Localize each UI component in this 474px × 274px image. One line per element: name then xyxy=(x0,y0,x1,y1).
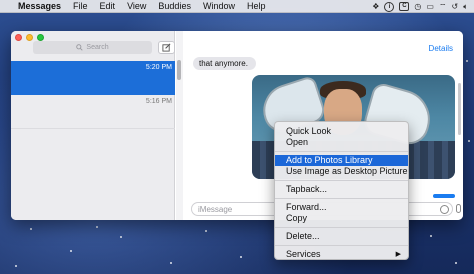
conversation-item[interactable]: 5:20 PM xyxy=(11,61,175,95)
history-icon[interactable]: ↺ xyxy=(451,1,458,12)
menu-item-open[interactable]: Open xyxy=(275,137,408,148)
menu-item-desktop-picture[interactable]: Use Image as Desktop Picture xyxy=(275,166,408,177)
compose-button[interactable] xyxy=(158,41,175,54)
menu-separator xyxy=(275,151,408,152)
status-area: ❖ i C ◷ ▭ ⌔ ↺ 🔈︎ xyxy=(372,0,468,13)
minimize-window-button[interactable] xyxy=(26,34,33,41)
close-window-button[interactable] xyxy=(15,34,22,41)
message-input-placeholder: iMessage xyxy=(198,204,233,214)
menu-item-delete[interactable]: Delete... xyxy=(275,231,408,242)
menu-bar: Messages File Edit View Buddies Window H… xyxy=(0,0,474,13)
info-circle-icon[interactable]: i xyxy=(384,1,395,12)
conversation-time: 5:16 PM xyxy=(145,98,172,105)
conversation-list: 5:20 PM 5:16 PM xyxy=(11,61,175,129)
details-button[interactable]: Details xyxy=(429,44,453,53)
menu-item-services[interactable]: Services ▶ xyxy=(275,249,408,260)
menu-item-add-to-photos[interactable]: Add to Photos Library xyxy=(275,155,408,166)
conversation-item[interactable]: 5:16 PM xyxy=(11,95,175,129)
time-machine-icon[interactable]: ◷ xyxy=(414,1,421,12)
menu-item-forward[interactable]: Forward... xyxy=(275,202,408,213)
menu-item-quick-look[interactable]: Quick Look xyxy=(275,126,408,137)
conversation-time: 5:20 PM xyxy=(145,64,172,71)
search-input[interactable]: Search xyxy=(33,41,152,54)
c-box-icon[interactable]: C xyxy=(399,2,410,11)
menu-edit[interactable]: Edit xyxy=(100,0,116,13)
sidebar-scrollbar[interactable] xyxy=(176,31,183,220)
incoming-message-bubble[interactable]: that anymore. xyxy=(193,57,256,70)
submenu-arrow-icon: ▶ xyxy=(395,251,401,258)
dropbox-icon[interactable]: ❖ xyxy=(372,1,379,12)
compose-icon xyxy=(162,43,171,52)
emoji-icon[interactable] xyxy=(440,205,449,214)
zoom-window-button[interactable] xyxy=(37,34,44,41)
microphone-icon[interactable] xyxy=(456,204,461,213)
menu-help[interactable]: Help xyxy=(247,0,266,13)
search-placeholder: Search xyxy=(86,44,109,51)
volume-icon[interactable]: 🔈︎ xyxy=(463,1,468,12)
menu-app-name[interactable]: Messages xyxy=(18,0,61,13)
window-controls xyxy=(15,34,44,41)
menu-separator xyxy=(275,198,408,199)
menu-file[interactable]: File xyxy=(73,0,88,13)
menu-item-copy[interactable]: Copy xyxy=(275,213,408,224)
menu-window[interactable]: Window xyxy=(203,0,235,13)
menu-separator xyxy=(275,227,408,228)
sidebar-scroll-thumb[interactable] xyxy=(177,60,181,80)
outgoing-message-bubble[interactable] xyxy=(433,194,455,198)
menu-separator xyxy=(275,245,408,246)
menu-separator xyxy=(275,180,408,181)
wifi-icon[interactable]: ⌔ xyxy=(439,1,447,12)
menu-item-tapback[interactable]: Tapback... xyxy=(275,184,408,195)
menu-buddies[interactable]: Buddies xyxy=(158,0,191,13)
airplay-icon[interactable]: ▭ xyxy=(426,1,434,12)
search-icon xyxy=(76,44,84,51)
menu-view[interactable]: View xyxy=(127,0,146,13)
transcript-scrollbar[interactable] xyxy=(458,83,461,135)
menu-item-services-label: Services xyxy=(286,249,321,259)
context-menu: Quick Look Open Add to Photos Library Us… xyxy=(274,121,409,260)
sidebar: Search 5:20 PM 5:16 PM xyxy=(11,31,175,220)
